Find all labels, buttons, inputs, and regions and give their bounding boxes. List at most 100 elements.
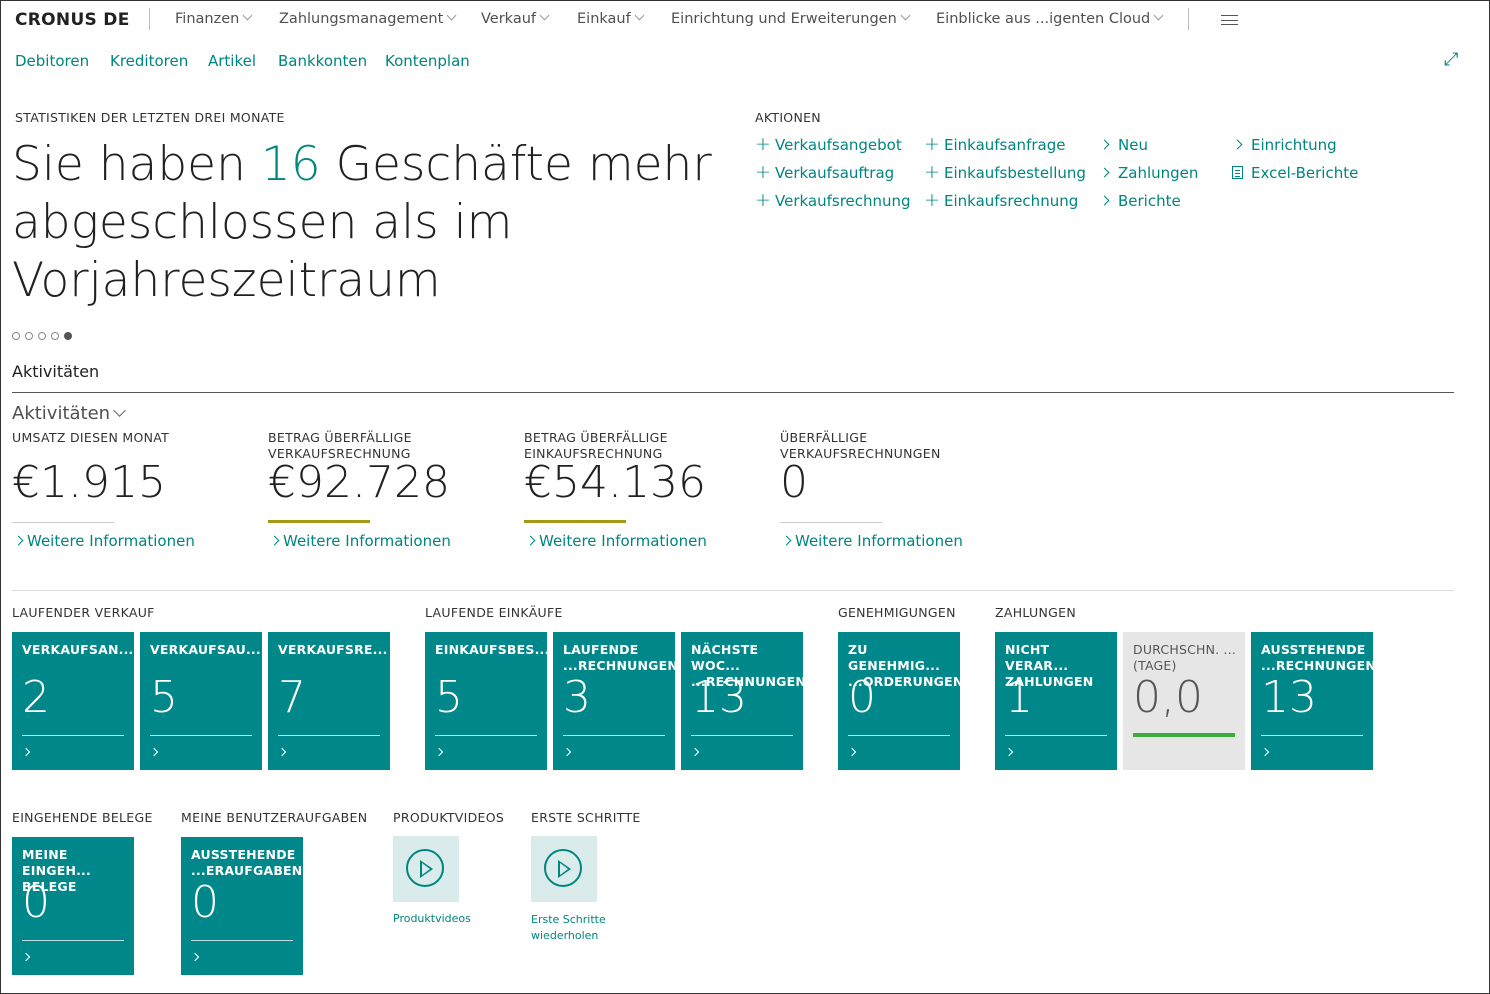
tile-label: VERKAUFSAN... <box>22 642 134 657</box>
video-tile-erste-schritte[interactable] <box>531 836 597 902</box>
nav-artikel[interactable]: Artikel <box>208 52 256 70</box>
nav-kreditoren[interactable]: Kreditoren <box>110 52 188 70</box>
chevron-right-icon <box>13 535 24 546</box>
video-label[interactable]: Produktvideos <box>393 911 483 927</box>
chevron-right-icon <box>190 952 200 962</box>
action-neu[interactable]: Neu <box>1099 136 1148 154</box>
cue-tile-verkaufsauftraege[interactable]: VERKAUFSAU... 5 <box>140 632 262 770</box>
group-title: PRODUKTVIDEOS <box>393 810 505 825</box>
chevron-right-icon <box>434 747 444 757</box>
carousel-dot-active[interactable] <box>64 332 72 340</box>
chevron-down-icon <box>446 10 457 21</box>
divider <box>1188 8 1189 30</box>
nav-bankkonten[interactable]: Bankkonten <box>278 52 367 70</box>
kpi-label: ÜBERFÄLLIGE VERKAUFSRECHNUNGEN <box>780 430 941 461</box>
chevron-down-icon <box>1153 10 1164 21</box>
cue-tile-nicht-verarbeitete-zahlungen[interactable]: NICHT VERAR... ZAHLUNGEN 1 <box>995 632 1117 770</box>
kpi-more-link[interactable]: Weitere Informationen <box>269 532 451 550</box>
cue-tile-verkaufsrechnungen[interactable]: VERKAUFSRE... 7 <box>268 632 390 770</box>
kpi-more-link[interactable]: Weitere Informationen <box>781 532 963 550</box>
cue-tile-laufende-rechnungen[interactable]: LAUFENDE ...RECHNUNGEN 3 <box>553 632 678 770</box>
tile-value: 13 <box>1261 672 1317 723</box>
group-title: EINGEHENDE BELEGE <box>12 810 153 825</box>
tile-value: 0 <box>848 672 876 723</box>
kpi-status-bar <box>780 522 882 523</box>
kpi-more-link[interactable]: Weitere Informationen <box>13 532 195 550</box>
chevron-right-icon <box>1099 195 1110 206</box>
group-title: LAUFENDER VERKAUF <box>12 605 155 620</box>
plus-icon: + <box>924 161 940 183</box>
kpi-value[interactable]: €1.915 <box>12 457 166 508</box>
group-title: MEINE BENUTZERAUFGABEN <box>181 810 368 825</box>
chevron-down-icon <box>113 404 126 417</box>
tile-divider <box>22 940 124 941</box>
action-einrichtung[interactable]: Einrichtung <box>1232 136 1337 154</box>
menu-zahlungsmanagement[interactable]: Zahlungsmanagement <box>279 10 457 27</box>
company-name[interactable]: CRONUS DE <box>15 10 130 30</box>
menu-verkauf[interactable]: Verkauf <box>481 10 550 27</box>
menu-einblicke[interactable]: Einblicke aus ...igenten Cloud <box>936 10 1164 27</box>
action-excel-berichte[interactable]: Excel-Berichte <box>1232 164 1358 182</box>
cue-tile-genehmigungen[interactable]: ZU GENEHMIG... ...ORDERUNGEN 0 <box>838 632 963 770</box>
plus-icon: + <box>755 161 771 183</box>
cue-tile-ausstehende-rechnungen[interactable]: AUSSTEHENDE ...RECHNUNGEN 13 <box>1251 632 1376 770</box>
chevron-right-icon <box>277 747 287 757</box>
tile-label: VERKAUFSRE... <box>278 642 388 657</box>
cue-tile-durchschn-tage[interactable]: DURCHSCHN. ... (TAGE) 0,0 <box>1123 632 1245 770</box>
carousel-dot[interactable] <box>51 332 59 340</box>
kpi-value[interactable]: €54.136 <box>524 457 706 508</box>
tile-label: LAUFENDE ...RECHNUNGEN <box>563 642 678 673</box>
hamburger-menu-icon[interactable] <box>1221 15 1238 25</box>
action-verkaufsrechnung[interactable]: + Verkaufsrechnung <box>755 191 911 211</box>
action-berichte[interactable]: Berichte <box>1099 192 1181 210</box>
tile-divider <box>435 735 537 736</box>
tile-label: AUSSTEHENDE ...ERAUFGABEN <box>191 847 303 878</box>
cue-tile-ausstehende-benutzeraufgaben[interactable]: AUSSTEHENDE ...ERAUFGABEN 0 <box>181 837 303 975</box>
chevron-right-icon <box>847 747 857 757</box>
action-zahlungen[interactable]: Zahlungen <box>1099 164 1198 182</box>
cue-tile-meine-eingehenden-belege[interactable]: MEINE EINGEH... BELEGE 0 <box>12 837 134 975</box>
tile-value: 0 <box>191 877 219 928</box>
cue-tile-einkaufsbestellungen[interactable]: EINKAUFSBES... 5 <box>425 632 550 770</box>
document-icon <box>1232 166 1243 179</box>
action-verkaufsangebot[interactable]: + Verkaufsangebot <box>755 135 902 155</box>
action-einkaufsbestellung[interactable]: + Einkaufsbestellung <box>924 161 1086 183</box>
kpi-more-link[interactable]: Weitere Informationen <box>525 532 707 550</box>
action-einkaufsanfrage[interactable]: + Einkaufsanfrage <box>924 135 1065 155</box>
carousel-dot[interactable] <box>38 332 46 340</box>
tile-value: 0,0 <box>1133 672 1203 723</box>
video-label[interactable]: Erste Schritte wiederholen <box>531 912 611 944</box>
action-verkaufsauftrag[interactable]: + Verkaufsauftrag <box>755 161 894 183</box>
carousel-dot[interactable] <box>12 332 20 340</box>
menu-finanzen[interactable]: Finanzen <box>175 10 253 27</box>
headline: Sie haben 16 Geschäfte mehr abgeschlosse… <box>12 137 712 308</box>
cue-tile-verkaufsangebote[interactable]: VERKAUFSAN... 2 <box>12 632 134 770</box>
section-title-aktivitaeten: Aktivitäten <box>12 362 100 381</box>
nav-debitoren[interactable]: Debitoren <box>15 52 89 70</box>
chevron-right-icon <box>562 747 572 757</box>
expand-icon[interactable]: ⤢ <box>1444 49 1458 70</box>
video-tile-produktvideos[interactable] <box>393 836 459 902</box>
kpi-value[interactable]: 0 <box>780 457 808 508</box>
subsection-toggle-aktivitaeten[interactable]: Aktivitäten <box>12 403 126 424</box>
nav-kontenplan[interactable]: Kontenplan <box>385 52 470 70</box>
group-title: ZAHLUNGEN <box>995 605 1076 620</box>
chevron-down-icon <box>900 10 911 21</box>
tile-label: AUSSTEHENDE ...RECHNUNGEN <box>1261 642 1376 673</box>
carousel-dot[interactable] <box>25 332 33 340</box>
menu-einrichtung[interactable]: Einrichtung und Erweiterungen <box>671 10 911 27</box>
carousel-dots <box>12 325 77 344</box>
tile-label: EINKAUFSBES... <box>435 642 550 657</box>
tile-divider <box>1261 735 1363 736</box>
chevron-right-icon <box>21 747 31 757</box>
tile-value: 13 <box>691 672 747 723</box>
divider <box>12 590 1454 591</box>
chevron-right-icon <box>1260 747 1270 757</box>
cue-tile-naechste-woche-rechnungen[interactable]: NÄCHSTE WOC... ...RECHNUNGEN 13 <box>681 632 806 770</box>
menu-einkauf[interactable]: Einkauf <box>577 10 645 27</box>
action-einkaufsrechnung[interactable]: + Einkaufsrechnung <box>924 191 1078 211</box>
tile-value: 3 <box>563 672 591 723</box>
kpi-value[interactable]: €92.728 <box>268 457 450 508</box>
play-triangle <box>558 860 571 878</box>
tile-label: VERKAUFSAU... <box>150 642 261 657</box>
